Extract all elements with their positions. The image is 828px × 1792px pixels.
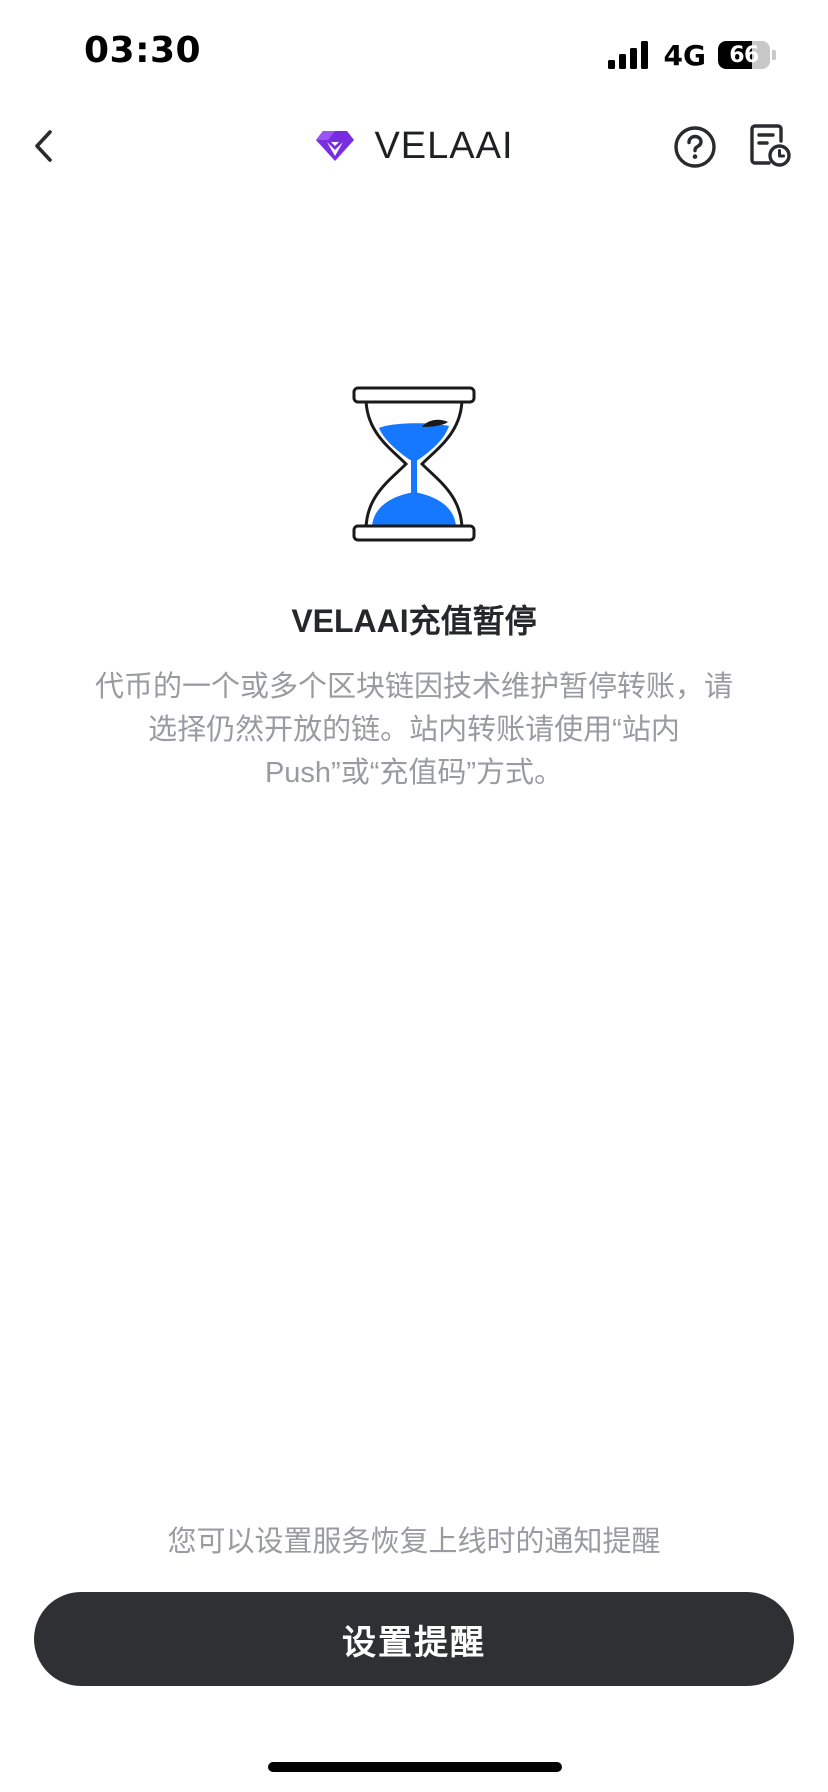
battery-level: 66 xyxy=(729,42,759,68)
status-title: VELAAI充值暂停 xyxy=(291,603,537,639)
notification-hint: 您可以设置服务恢复上线时的通知提醒 xyxy=(167,1526,661,1558)
nav-title: VELAAI xyxy=(374,124,514,167)
hourglass-icon xyxy=(352,386,476,542)
signal-bars-icon xyxy=(607,41,648,69)
home-indicator[interactable] xyxy=(268,1762,562,1772)
battery-body: 66 xyxy=(718,41,770,69)
status-indicators: 4G 66 xyxy=(607,38,776,72)
history-button[interactable] xyxy=(746,122,794,170)
help-button[interactable] xyxy=(672,124,718,170)
battery-icon: 66 xyxy=(718,41,776,69)
velaai-logo-icon xyxy=(316,131,355,161)
network-type-label: 4G xyxy=(663,38,706,72)
status-bar: 03:30 4G 66 xyxy=(0,0,828,104)
help-circle-icon xyxy=(674,126,716,168)
status-time: 03:30 xyxy=(84,30,202,71)
status-description: 代币的一个或多个区块链因技术维护暂停转账，请选择仍然开放的链。站内转账请使用“站… xyxy=(94,671,733,789)
nav-bar: VELAAI xyxy=(0,104,828,188)
document-clock-icon xyxy=(750,124,791,167)
set-reminder-button[interactable]: 设置提醒 xyxy=(34,1592,794,1686)
deposit-paused-screen: 03:30 4G 66 VELAAI VELAAI充值暂停 代币的一个或多个区块… xyxy=(0,0,828,1792)
battery-cap xyxy=(772,50,776,60)
